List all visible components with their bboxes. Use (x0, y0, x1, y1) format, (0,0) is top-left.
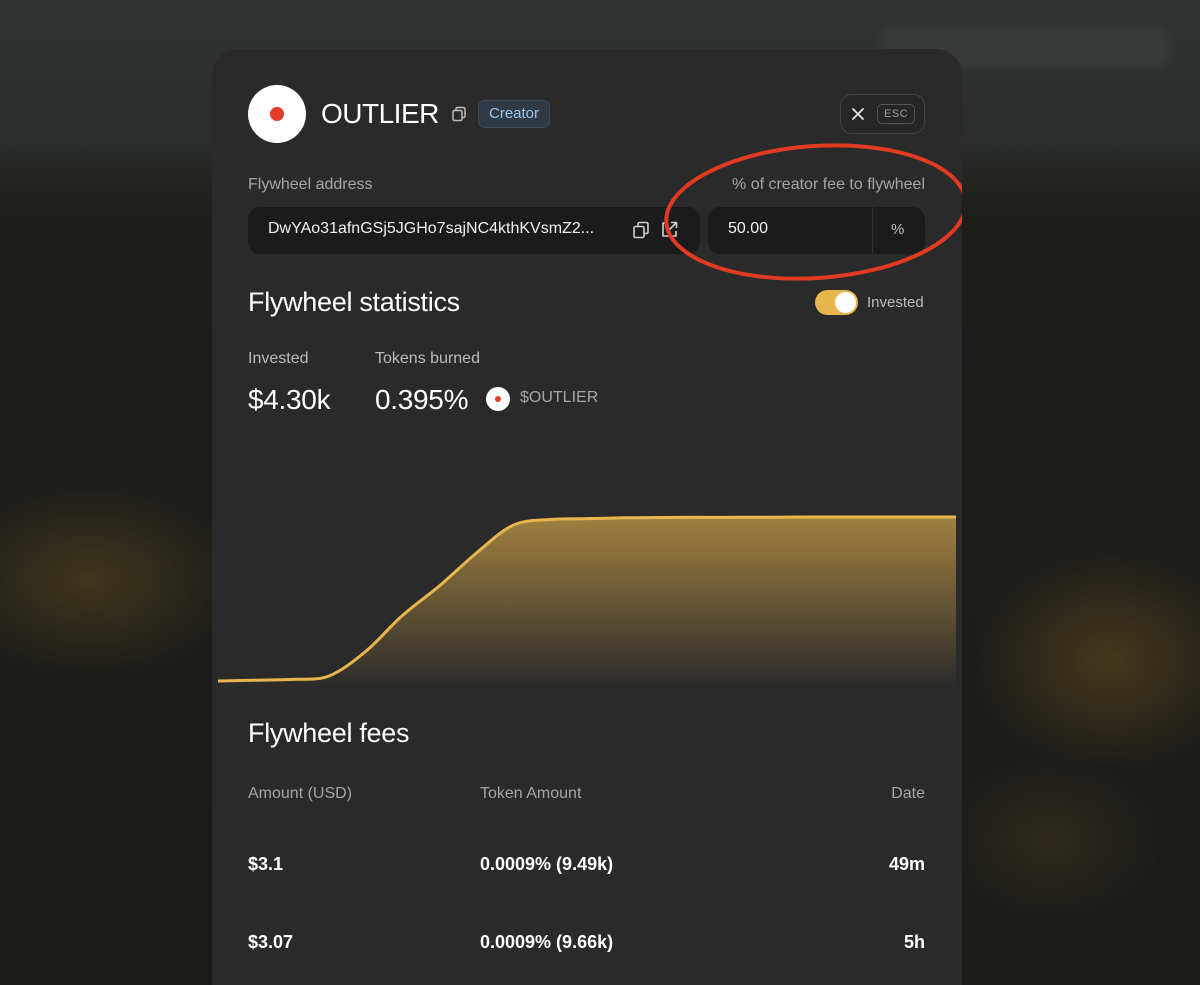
toggle-label: Invested (867, 294, 924, 311)
flywheel-address-label: Flywheel address (248, 176, 373, 193)
toggle-knob (835, 292, 856, 313)
close-button[interactable]: ESC (840, 94, 925, 134)
token-avatar (248, 85, 306, 143)
row-token-amount: 0.0009% (9.49k) (480, 854, 614, 874)
invested-area-chart (217, 515, 956, 689)
row-date: 5h (903, 932, 925, 952)
creator-fee-input[interactable]: 50.00 % (708, 207, 925, 254)
column-header-token-amount: Token Amount (480, 785, 582, 802)
row-amount: $3.1 (248, 854, 284, 874)
esc-key-hint: ESC (877, 104, 916, 124)
statistics-title: Flywheel statistics (248, 287, 460, 317)
red-dot-logo-icon (270, 107, 284, 121)
invested-value: $4.30k (248, 384, 331, 415)
row-token-amount: 0.0009% (9.66k) (480, 932, 614, 952)
row-amount: $3.07 (248, 932, 294, 952)
flywheel-address-value: DwYAo31afnGSj5JGHo7sajNC4kthKVsmZ2... (268, 220, 595, 237)
tokens-burned-value: 0.395% (375, 384, 469, 415)
column-header-amount: Amount (USD) (248, 785, 353, 802)
creator-fee-label: % of creator fee to flywheel (732, 176, 925, 193)
copy-address-icon[interactable] (632, 221, 650, 239)
external-link-icon[interactable] (660, 220, 679, 239)
row-date: 49m (888, 854, 925, 874)
column-header-date: Date (891, 785, 925, 802)
input-divider (872, 207, 873, 254)
flywheel-modal: OUTLIER Creator ESC Flywheel address % o… (212, 49, 962, 985)
creator-fee-value: 50.00 (728, 220, 769, 237)
creator-badge: Creator (478, 100, 551, 128)
token-name: OUTLIER (321, 98, 439, 129)
close-icon (852, 108, 864, 120)
flywheel-address-field[interactable]: DwYAo31afnGSj5JGHo7sajNC4kthKVsmZ2... (248, 207, 700, 254)
token-ticker: $OUTLIER (520, 389, 599, 406)
percent-unit: % (891, 221, 905, 238)
invested-toggle[interactable] (815, 290, 858, 315)
copy-icon[interactable] (451, 106, 467, 122)
invested-label: Invested (248, 350, 309, 367)
tokens-burned-label: Tokens burned (375, 350, 480, 367)
token-mini-avatar (486, 387, 510, 411)
fees-title: Flywheel fees (248, 718, 410, 748)
chart-area-fill (218, 517, 956, 689)
red-dot-logo-icon (495, 396, 501, 402)
